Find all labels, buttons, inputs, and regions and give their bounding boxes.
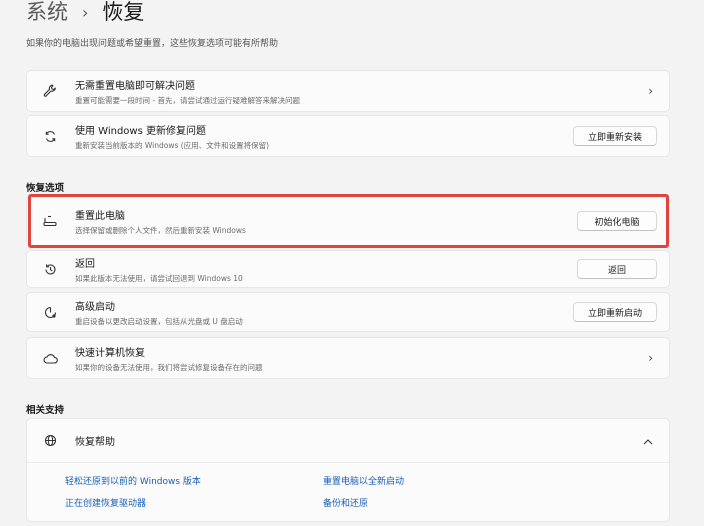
page-subtitle: 如果你的电脑出现问题或希望重置，这些恢复选项可能有所帮助	[26, 39, 279, 49]
recovery-options-label: 恢复选项	[26, 183, 65, 194]
quick-machine-recovery-desc: 如果你的设备无法使用，我们将尝试修复设备存在的问题	[75, 362, 263, 372]
go-back-desc: 如果此版本无法使用，请尝试回退到 Windows 10	[75, 273, 243, 283]
link-create-recovery-drive[interactable]: 正在创建恢复驱动器	[65, 496, 323, 509]
breadcrumb-system[interactable]: 系统	[26, 0, 68, 26]
related-support-label: 相关支持	[26, 405, 65, 416]
reset-pc-icon	[39, 215, 61, 227]
reset-pc-title: 重置此电脑	[75, 210, 125, 222]
recovery-help-card: 恢复帮助 轻松还原到以前的 Windows 版本 重置电脑以全新启动 正在创建恢…	[26, 418, 670, 522]
reset-pc-card: 重置此电脑 选择保留或删除个人文件，然后重新安装 Windows 初始化电脑	[26, 196, 670, 246]
advanced-startup-icon	[39, 306, 61, 319]
troubleshoot-title: 无需重置电脑即可解决问题	[75, 80, 195, 92]
page-title: 恢复	[102, 0, 145, 24]
chevron-up-icon	[643, 434, 653, 448]
cloud-icon	[39, 353, 61, 364]
advanced-startup-title: 高级启动	[75, 301, 115, 313]
quick-machine-recovery-title: 快速计算机恢复	[75, 347, 145, 359]
link-reset-pc-fresh-start[interactable]: 重置电脑以全新启动	[323, 474, 623, 487]
reset-pc-button[interactable]: 初始化电脑	[577, 211, 657, 231]
quick-machine-recovery-card[interactable]: 快速计算机恢复 如果你的设备无法使用，我们将尝试修复设备存在的问题 ›	[26, 337, 670, 379]
windows-update-fix-card: 使用 Windows 更新修复问题 重新安装当前版本的 Windows (应用、…	[26, 115, 670, 157]
troubleshoot-card[interactable]: 无需重置电脑即可解决问题 重置可能需要一段时间 - 首先，请尝试通过运行疑难解答…	[26, 70, 670, 112]
recovery-help-title: 恢复帮助	[75, 437, 115, 448]
history-icon	[39, 263, 61, 276]
recovery-help-links: 轻松还原到以前的 Windows 版本 重置电脑以全新启动 正在创建恢复驱动器 …	[27, 463, 669, 509]
reset-pc-desc: 选择保留或删除个人文件，然后重新安装 Windows	[75, 225, 246, 235]
go-back-title: 返回	[75, 258, 95, 270]
restart-now-button[interactable]: 立即重新启动	[572, 302, 657, 322]
chevron-right-icon: ›	[648, 84, 653, 98]
link-restore-previous-windows[interactable]: 轻松还原到以前的 Windows 版本	[65, 474, 323, 487]
windows-update-fix-title: 使用 Windows 更新修复问题	[75, 125, 206, 137]
breadcrumb-separator-icon: ›	[82, 2, 89, 22]
advanced-startup-card: 高级启动 重启设备以更改启动设置，包括从光盘或 U 盘启动 立即重新启动	[26, 292, 670, 332]
wrench-icon	[39, 84, 61, 98]
reinstall-now-button[interactable]: 立即重新安装	[572, 126, 657, 146]
go-back-card: 返回 如果此版本无法使用，请尝试回退到 Windows 10 返回	[26, 250, 670, 288]
breadcrumb: 系统 › 恢复	[26, 0, 144, 26]
windows-update-fix-desc: 重新安装当前版本的 Windows (应用、文件和设置将保留)	[75, 140, 270, 150]
advanced-startup-desc: 重启设备以更改启动设置，包括从光盘或 U 盘启动	[75, 316, 243, 326]
go-back-button[interactable]: 返回	[577, 259, 657, 279]
refresh-icon	[39, 130, 61, 143]
troubleshoot-desc: 重置可能需要一段时间 - 首先，请尝试通过运行疑难解答来解决问题	[75, 95, 300, 105]
recovery-help-header[interactable]: 恢复帮助	[27, 419, 669, 463]
chevron-right-icon: ›	[648, 351, 653, 365]
globe-icon	[39, 434, 61, 447]
settings-recovery-page: 系统 › 恢复 如果你的电脑出现问题或希望重置，这些恢复选项可能有所帮助 无需重…	[0, 0, 704, 526]
link-backup-restore[interactable]: 备份和还原	[323, 496, 623, 509]
